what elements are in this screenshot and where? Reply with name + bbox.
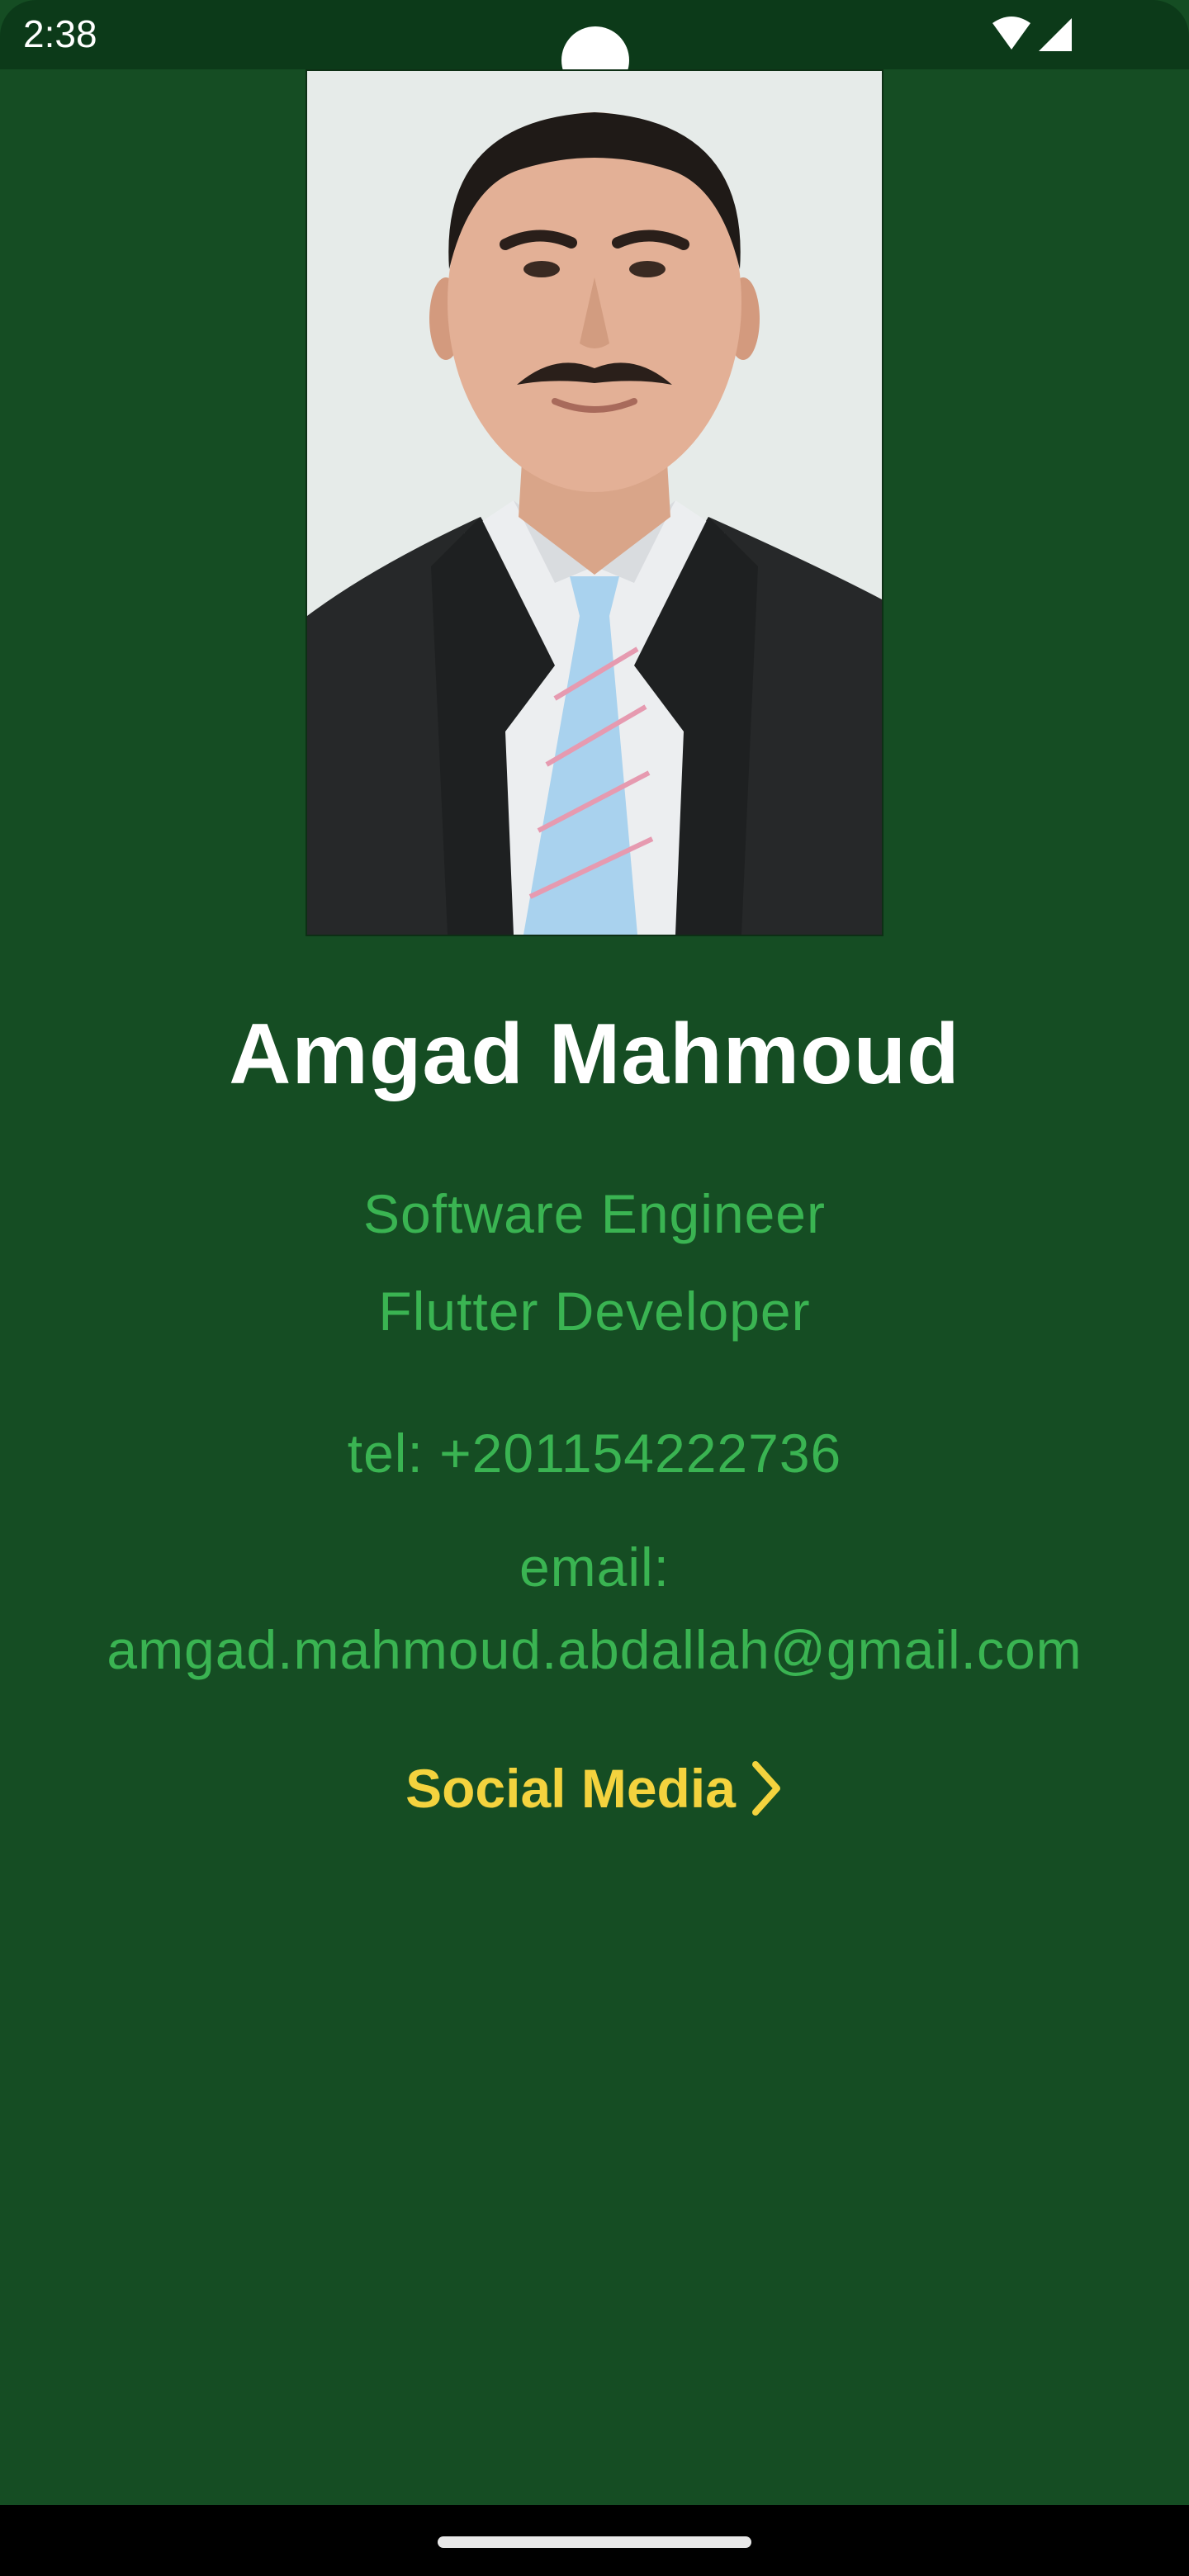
- profile-photo: [306, 69, 883, 936]
- email-address[interactable]: amgad.mahmoud.abdallah@gmail.com: [0, 1618, 1189, 1681]
- profile-name: Amgad Mahmoud: [229, 1006, 960, 1102]
- social-media-link[interactable]: Social Media: [0, 1757, 1189, 1820]
- social-media-label: Social Media: [405, 1758, 736, 1819]
- home-indicator[interactable]: [438, 2536, 751, 2548]
- navigation-bar: [0, 2505, 1189, 2576]
- email-label: email:: [519, 1537, 670, 1598]
- status-time: 2:38: [23, 12, 97, 55]
- status-bar: 2:38: [0, 0, 1189, 94]
- portrait-illustration: [307, 71, 882, 935]
- profile-screen: 2:38 Amgad Mahmoud Software Engineer Flu…: [0, 0, 1189, 2576]
- title-software-engineer: Software Engineer: [363, 1183, 826, 1244]
- signal-icon: [1039, 18, 1072, 51]
- chevron-right-icon: [751, 1761, 780, 1816]
- status-icons: [992, 17, 1072, 51]
- title-flutter-developer: Flutter Developer: [378, 1281, 811, 1342]
- wifi-icon: [992, 17, 1030, 50]
- phone-number[interactable]: tel: +201154222736: [0, 1422, 1189, 1485]
